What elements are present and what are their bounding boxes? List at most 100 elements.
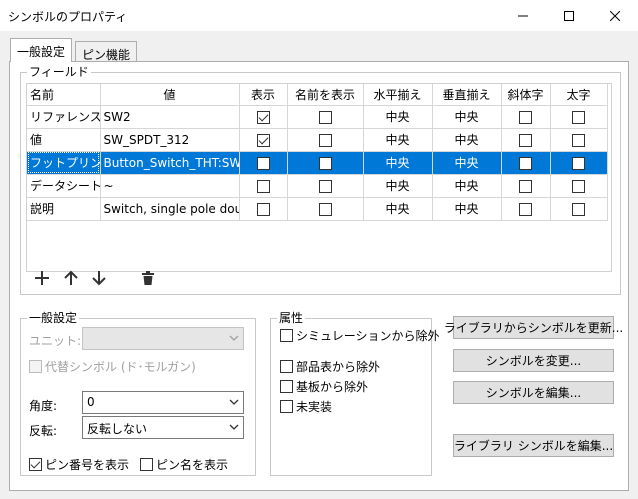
move-up-button[interactable] (60, 267, 82, 289)
cell-italic-checkbox[interactable] (519, 156, 532, 170)
cell-show[interactable] (239, 151, 288, 175)
cell-bold[interactable] (550, 128, 608, 152)
col-header-show-name[interactable]: 名前を表示 (287, 84, 364, 106)
edit-symbol-button[interactable]: シンボルを編集... (453, 381, 614, 404)
cell-v-align[interactable]: 中央 (432, 105, 502, 129)
cell-italic[interactable] (501, 128, 551, 152)
cell-bold-checkbox[interactable] (572, 156, 585, 170)
maximize-button[interactable] (546, 0, 592, 31)
show-pin-numbers-checkbox[interactable] (29, 458, 42, 471)
table-row[interactable]: 説明Switch, single pole double 中央中央 (27, 197, 608, 221)
cell-show[interactable] (239, 174, 288, 198)
cell-h-align[interactable]: 中央 (363, 151, 433, 175)
update-from-library-button[interactable]: ライブラリからシンボルを更新... (444, 316, 623, 339)
add-field-button[interactable] (31, 267, 53, 289)
cell-v-align[interactable]: 中央 (432, 174, 502, 198)
table-row[interactable]: リファレンス SW2 中央 中央 (27, 105, 608, 129)
tab-general[interactable]: 一般設定 (10, 38, 73, 62)
cell-italic[interactable] (501, 197, 551, 221)
cell-italic[interactable] (501, 174, 551, 198)
cell-italic[interactable] (501, 105, 551, 129)
cell-name[interactable]: 値 (27, 128, 101, 152)
cell-show-name-checkbox[interactable] (318, 202, 332, 216)
mirror-select[interactable]: 反転しない (82, 416, 244, 439)
exclude-board-checkbox[interactable] (280, 380, 293, 393)
cell-bold[interactable] (550, 105, 608, 129)
alt-symbol-row[interactable]: 代替シンボル (ド･モルガン) (29, 358, 196, 375)
cell-italic-checkbox[interactable] (519, 110, 532, 124)
cell-show-name-checkbox[interactable] (318, 133, 332, 147)
cell-show-checkbox[interactable] (256, 179, 270, 193)
show-pin-names-checkbox[interactable] (140, 458, 153, 471)
col-header-bold[interactable]: 太字 (550, 84, 608, 106)
cell-show[interactable] (239, 197, 288, 221)
dnp-checkbox[interactable] (280, 400, 293, 413)
change-symbol-button[interactable]: シンボルを変更... (453, 349, 614, 372)
cell-value[interactable]: SW2 (100, 105, 240, 129)
cell-show-name-checkbox[interactable] (318, 179, 332, 193)
exclude-bom-row[interactable]: 部品表から除外 (280, 358, 380, 375)
col-header-italic[interactable]: 斜体字 (501, 84, 551, 106)
cell-v-align[interactable]: 中央 (432, 128, 502, 152)
cell-bold-checkbox[interactable] (572, 110, 585, 124)
col-header-show[interactable]: 表示 (239, 84, 288, 106)
cell-name[interactable]: リファレンス (27, 105, 101, 129)
cell-bold-checkbox[interactable] (572, 202, 585, 216)
show-pin-names-row[interactable]: ピン名を表示 (140, 456, 228, 473)
cell-show-name[interactable] (287, 151, 364, 175)
fields-grid[interactable]: 名前 値 表示 名前を表示 水平揃え 垂直揃え 斜体字 太字 リファレンス SW2… (26, 83, 612, 272)
exclude-board-row[interactable]: 基板から除外 (280, 378, 368, 395)
cell-show-name[interactable] (287, 197, 364, 221)
angle-select[interactable]: 0 (82, 391, 244, 414)
cell-show-checkbox[interactable] (256, 202, 270, 216)
cell-italic-checkbox[interactable] (519, 202, 532, 216)
cell-name[interactable]: データシート (27, 174, 101, 198)
unit-select[interactable] (82, 327, 244, 350)
cell-bold[interactable] (550, 174, 608, 198)
close-button[interactable] (592, 0, 638, 31)
cell-h-align[interactable]: 中央 (363, 105, 433, 129)
dnp-row[interactable]: 未実装 (280, 398, 332, 415)
exclude-bom-checkbox[interactable] (280, 360, 293, 373)
cell-show[interactable] (239, 128, 288, 152)
tab-pin-functions[interactable]: ピン機能 (75, 41, 138, 62)
edit-library-symbol-button[interactable]: ライブラリ シンボルを編集... (453, 434, 614, 457)
show-pin-numbers-row[interactable]: ピン番号を表示 (29, 456, 129, 473)
exclude-sim-checkbox[interactable] (280, 329, 293, 342)
col-header-name[interactable]: 名前 (27, 84, 101, 106)
cell-italic[interactable] (501, 151, 551, 175)
cell-value[interactable]: ~ (100, 174, 240, 198)
cell-value[interactable]: Switch, single pole double (100, 197, 240, 221)
col-header-value[interactable]: 値 (100, 84, 240, 106)
cell-italic-checkbox[interactable] (519, 133, 532, 147)
cell-show-checkbox[interactable] (256, 156, 270, 170)
cell-show-name[interactable] (287, 105, 364, 129)
cell-show-checkbox[interactable] (256, 133, 270, 147)
cell-v-align[interactable]: 中央 (432, 151, 502, 175)
cell-v-align[interactable]: 中央 (432, 197, 502, 221)
cell-show-name-checkbox[interactable] (318, 156, 332, 170)
cell-bold-checkbox[interactable] (572, 179, 585, 193)
col-header-v-align[interactable]: 垂直揃え (432, 84, 502, 106)
cell-name[interactable]: 説明 (27, 197, 101, 221)
cell-italic-checkbox[interactable] (519, 179, 532, 193)
cell-value[interactable]: Button_Switch_THT:SW_XI (100, 151, 240, 175)
cell-value[interactable]: SW_SPDT_312 (100, 128, 240, 152)
alt-symbol-checkbox[interactable] (29, 360, 42, 373)
cell-h-align[interactable]: 中央 (363, 197, 433, 221)
table-row[interactable]: フットプリントButton_Switch_THT:SW_XI 中央中央 (27, 151, 608, 175)
cell-bold[interactable] (550, 151, 608, 175)
cell-show-name-checkbox[interactable] (318, 110, 332, 124)
cell-bold-checkbox[interactable] (572, 133, 585, 147)
cell-name[interactable]: フットプリント (27, 151, 101, 175)
delete-field-button[interactable] (137, 267, 159, 289)
cell-show-checkbox[interactable] (256, 110, 270, 124)
cell-bold[interactable] (550, 197, 608, 221)
cell-h-align[interactable]: 中央 (363, 174, 433, 198)
cell-h-align[interactable]: 中央 (363, 128, 433, 152)
table-row[interactable]: データシート ~ 中央 中央 (27, 174, 608, 198)
cell-show-name[interactable] (287, 174, 364, 198)
col-header-h-align[interactable]: 水平揃え (363, 84, 433, 106)
table-row[interactable]: 値 SW_SPDT_312 中央 中央 (27, 128, 608, 152)
move-down-button[interactable] (88, 267, 110, 289)
